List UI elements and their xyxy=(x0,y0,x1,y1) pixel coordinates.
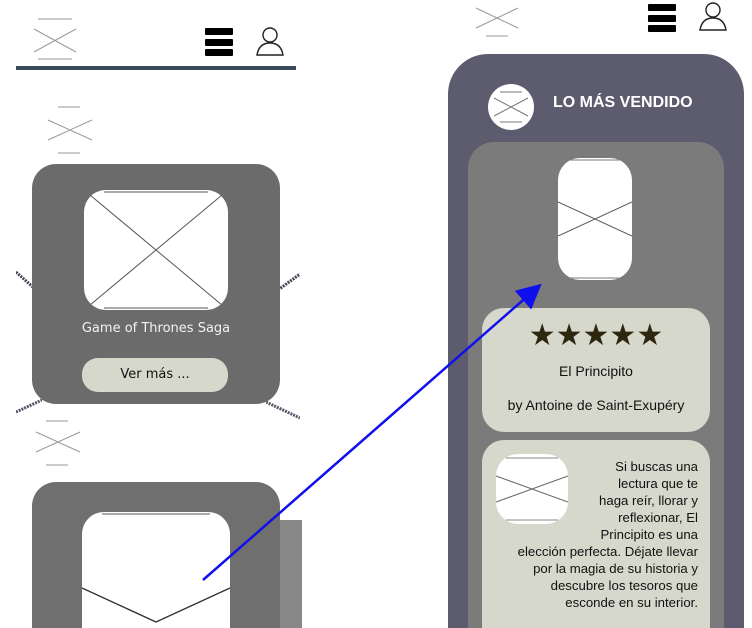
navigation-flow-arrow xyxy=(202,283,542,581)
